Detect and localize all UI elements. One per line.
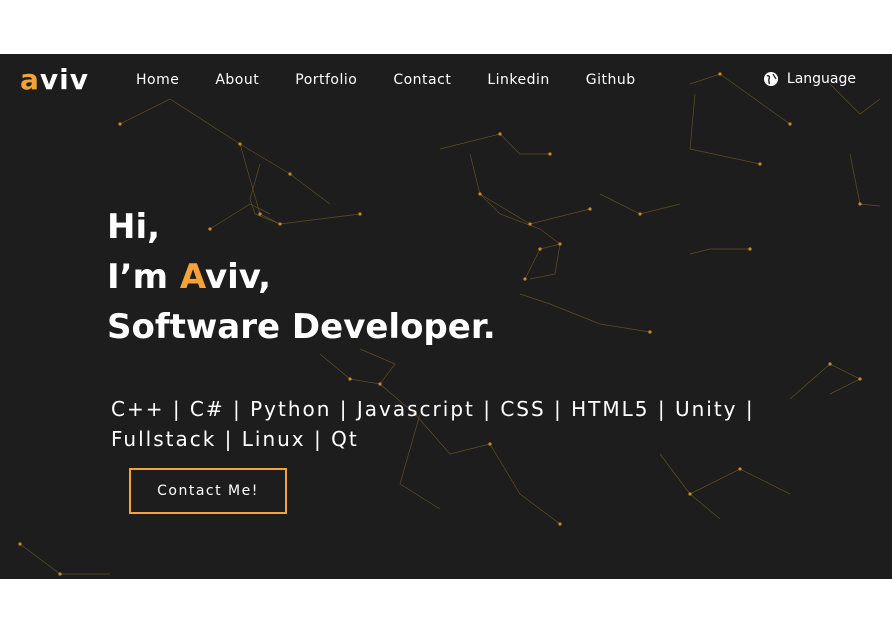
role-line: Software Developer.: [107, 307, 496, 347]
nav-about[interactable]: About: [197, 72, 277, 88]
logo-accent-letter: a: [20, 63, 40, 96]
skills-list: C++ | C# | Python | Javascript | CSS | H…: [111, 397, 755, 451]
hero-section: aviv Home About Portfolio Contact Linked…: [0, 54, 892, 579]
logo[interactable]: aviv: [20, 63, 89, 96]
name-rest: viv,: [204, 257, 272, 297]
language-selector[interactable]: Language: [763, 71, 856, 87]
contact-me-button[interactable]: Contact Me!: [129, 468, 287, 514]
name-prefix: I’m: [107, 257, 180, 297]
name-accent-letter: A: [179, 257, 205, 297]
greeting-line: Hi,: [107, 207, 161, 247]
logo-text: viv: [39, 63, 90, 96]
top-navigation-bar: aviv Home About Portfolio Contact Linked…: [0, 54, 892, 110]
globe-icon: [763, 72, 778, 86]
nav-menu: Home About Portfolio Contact Linkedin Gi…: [118, 72, 654, 88]
name-line: I’m Aviv,: [107, 252, 496, 302]
nav-home[interactable]: Home: [118, 72, 197, 88]
hero-heading: Hi, I’m Aviv, Software Developer.: [107, 202, 496, 352]
nav-contact[interactable]: Contact: [375, 72, 469, 88]
nav-github[interactable]: Github: [568, 72, 654, 88]
nav-portfolio[interactable]: Portfolio: [277, 72, 375, 88]
language-label: Language: [786, 71, 856, 87]
nav-linkedin[interactable]: Linkedin: [469, 72, 567, 88]
